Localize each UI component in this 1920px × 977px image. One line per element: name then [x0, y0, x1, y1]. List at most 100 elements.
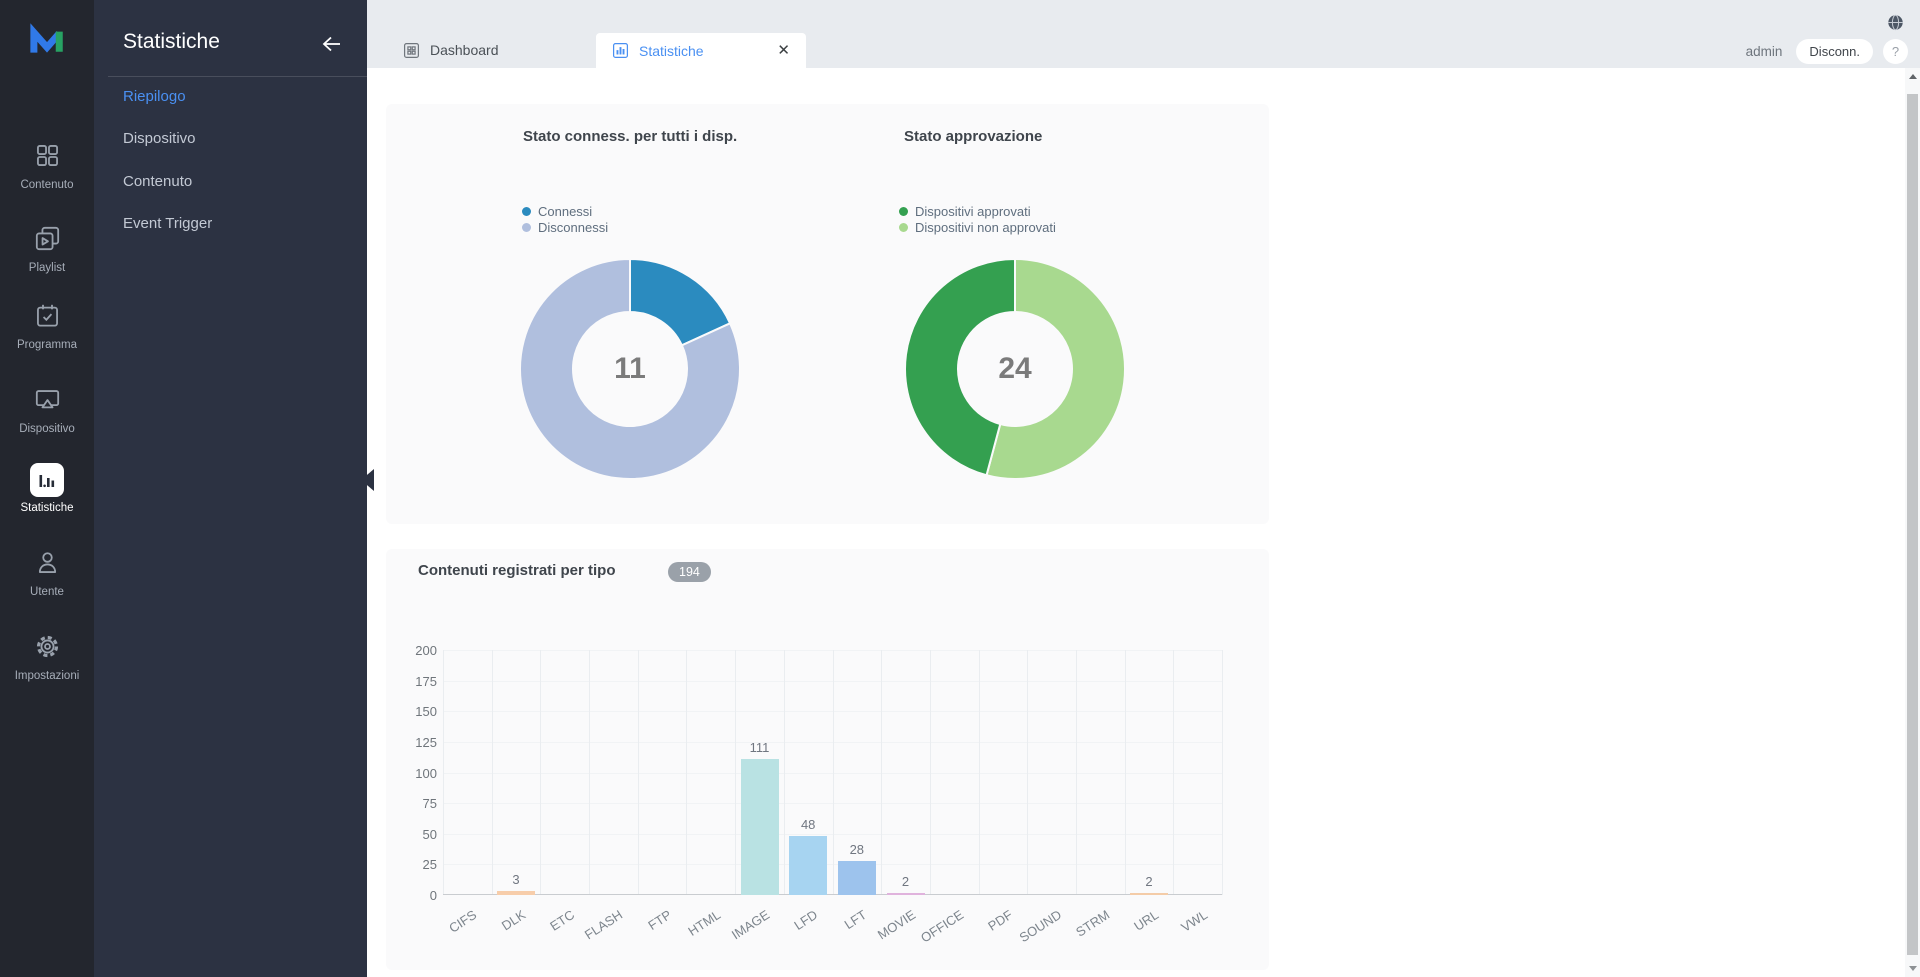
scroll-down-button[interactable] [1905, 959, 1920, 977]
legend-item[interactable]: Dispositivi non approvati [899, 219, 1056, 235]
gridline [686, 650, 687, 895]
panel-title: Statistiche [123, 30, 220, 54]
x-axis-tick-label: CIFS [446, 907, 479, 936]
y-axis-tick-label: 25 [391, 857, 437, 872]
gridline [881, 650, 882, 895]
logout-button[interactable]: Disconn. [1796, 39, 1873, 64]
legend-item[interactable]: Dispositivi approvati [899, 203, 1056, 219]
gridline [979, 650, 980, 895]
tab-statistiche[interactable]: Statistiche ✕ [596, 33, 806, 68]
x-axis-tick-label: LFT [841, 907, 869, 932]
sidebar-item-programma[interactable]: Programma [0, 298, 94, 351]
sidebar-item-label: Contenuto [0, 179, 94, 191]
legend-item[interactable]: Disconnessi [522, 219, 608, 235]
bar-value-label: 2 [881, 874, 931, 889]
x-axis-tick-label: VWL [1178, 907, 1210, 935]
sidebar-item-playlist[interactable]: Playlist [0, 221, 94, 274]
total-count-badge: 194 [668, 562, 711, 582]
x-axis-tick-label: IMAGE [728, 907, 771, 942]
gridline [1125, 650, 1126, 895]
sidebar-item-contenuto[interactable]: Contenuto [0, 138, 94, 191]
content-by-type-card: Contenuti registrati per tipo 194 02550751… [386, 549, 1269, 970]
device-status-card: Stato conness. per tutti i disp. Connessi… [386, 104, 1269, 524]
x-axis-tick-label: MOVIE [874, 907, 917, 942]
close-tab-icon[interactable]: ✕ [777, 43, 790, 58]
x-axis [443, 894, 1222, 895]
x-axis-tick-label: DLK [499, 907, 528, 933]
collapse-panel-icon[interactable] [319, 32, 343, 56]
x-axis-tick-label: PDF [985, 907, 1015, 934]
bar-value-label: 28 [832, 842, 882, 857]
gridline [1222, 650, 1223, 895]
gridline [540, 650, 541, 895]
tab-header: Dashboard Statistiche ✕ admin Disconn. ? [367, 0, 1920, 68]
scroll-up-button[interactable] [1905, 68, 1920, 86]
bar-url [1130, 893, 1168, 896]
grid-icon [30, 138, 64, 172]
secondary-sidebar: Statistiche Riepilogo Dispositivo Contenut… [94, 0, 367, 977]
legend-dot [522, 223, 531, 232]
dashboard-icon [403, 42, 420, 59]
x-axis-tick-label: STRM [1073, 907, 1112, 940]
bar-dlk [497, 891, 535, 895]
y-axis-tick-label: 150 [391, 704, 437, 719]
bar-chart-icon [30, 463, 64, 497]
help-button[interactable]: ? [1883, 39, 1908, 64]
gridline [1027, 650, 1028, 895]
display-icon [30, 382, 64, 416]
y-axis-tick-label: 125 [391, 735, 437, 750]
gridline [735, 650, 736, 895]
legend-dot [899, 223, 908, 232]
gridline [638, 650, 639, 895]
panel-item-contenuto[interactable]: Contenuto [94, 173, 367, 191]
legend-label: Dispositivi non approvati [915, 220, 1056, 235]
panel-item-riepilogo[interactable]: Riepilogo [94, 88, 367, 106]
main-area: Dashboard Statistiche✕ admin Disconn. ? … [367, 0, 1920, 977]
connection-donut-chart: 11 [516, 255, 744, 483]
y-axis-tick-label: 200 [391, 643, 437, 658]
x-axis-tick-label: URL [1131, 907, 1161, 934]
username: admin [1746, 44, 1783, 59]
language-globe-icon[interactable] [1887, 14, 1904, 31]
tab-label: Statistiche [639, 43, 704, 59]
x-axis-tick-label: LFD [792, 907, 821, 933]
connection-chart-title: Stato conness. per tutti i disp. [523, 128, 737, 145]
sidebar-item-label: Impostazioni [0, 670, 94, 682]
gridline [833, 650, 834, 895]
sidebar-item-label: Programma [0, 339, 94, 351]
sidebar-item-utente[interactable]: Utente [0, 545, 94, 598]
gear-icon [30, 629, 64, 663]
x-axis-tick-label: FLASH [582, 907, 625, 942]
connection-chart-legend: ConnessiDisconnessi [522, 203, 608, 235]
gridline [492, 650, 493, 895]
vertical-scrollbar [1905, 68, 1920, 977]
legend-label: Dispositivi approvati [915, 204, 1031, 219]
active-nav-indicator [361, 469, 374, 491]
legend-item[interactable]: Connessi [522, 203, 608, 219]
panel-item-event-trigger[interactable]: Event Trigger [94, 215, 367, 233]
tab-dashboard[interactable]: Dashboard [387, 32, 596, 68]
bar-chart-title: Contenuti registrati per tipo [418, 562, 616, 579]
bar-image [741, 759, 779, 895]
gridline [784, 650, 785, 895]
approval-chart-legend: Dispositivi approvatiDispositivi non app… [899, 203, 1056, 235]
panel-item-dispositivo[interactable]: Dispositivo [94, 130, 367, 148]
bar-chart-plot: 0255075100125150175200CIFS3DLKETCFLASHFT… [443, 650, 1222, 895]
gridline [443, 650, 444, 895]
donut-total: 11 [516, 255, 744, 483]
y-axis-tick-label: 50 [391, 827, 437, 842]
sidebar-item-label: Dispositivo [0, 423, 94, 435]
bar-movie [887, 893, 925, 896]
scrollbar-thumb[interactable] [1907, 94, 1918, 955]
donut-total: 24 [901, 255, 1129, 483]
sidebar-item-label: Utente [0, 586, 94, 598]
sidebar-item-statistiche[interactable]: Statistiche [0, 463, 94, 514]
bar-value-label: 2 [1124, 874, 1174, 889]
sidebar-item-impostazioni[interactable]: Impostazioni [0, 629, 94, 682]
legend-label: Disconnessi [538, 220, 608, 235]
bar-value-label: 48 [783, 817, 833, 832]
gridline [930, 650, 931, 895]
sidebar-item-dispositivo[interactable]: Dispositivo [0, 382, 94, 435]
x-axis-tick-label: ETC [547, 907, 577, 934]
bar-lft [838, 861, 876, 895]
